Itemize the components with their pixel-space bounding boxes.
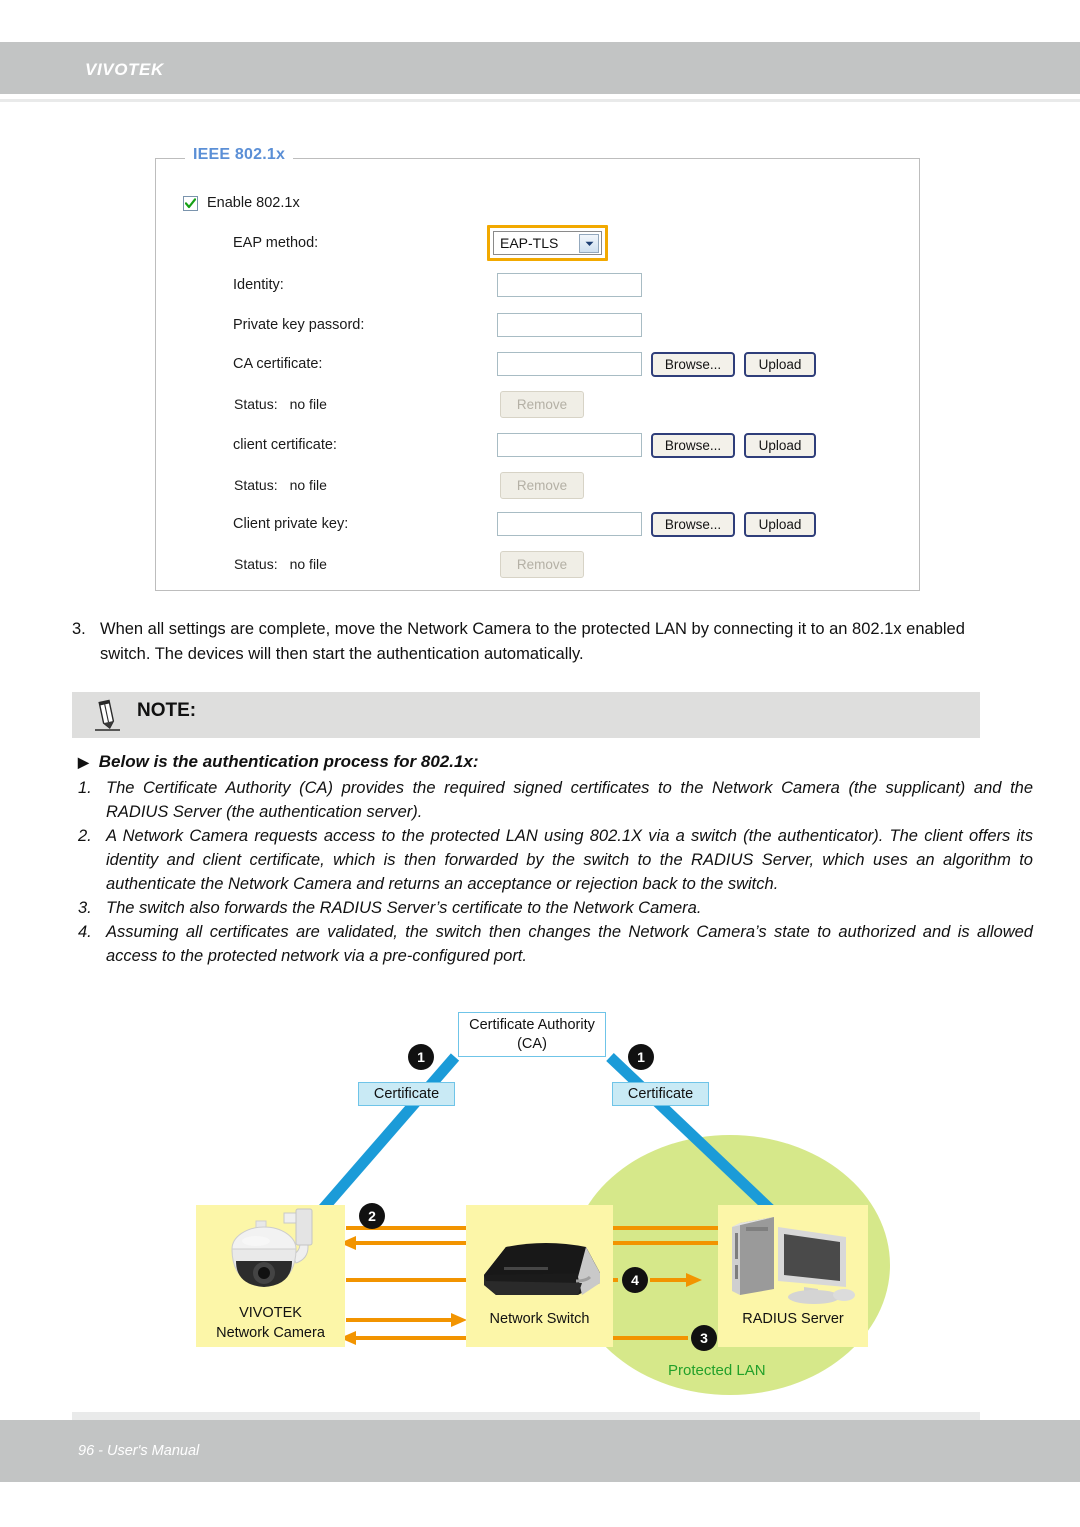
triangle-right-icon: ▶ [78,754,89,770]
step-3-number: 3. [72,620,86,638]
row-ca-certificate: CA certificate: Browse... Upload [0,349,1080,379]
client-private-key-status-value: no file [289,556,327,572]
row-ca-status: Status: no file Remove [0,389,1080,419]
camera-caption: VIVOTEK Network Camera [196,1303,345,1343]
chevron-down-icon[interactable] [579,234,599,253]
client-certificate-label: client certificate: [233,437,337,453]
client-certificate-status-label: Status: [234,477,278,493]
network-switch-icon [484,1243,600,1295]
note-lead-text: Below is the authentication process for … [98,752,479,771]
note-item-list: 1. The Certificate Authority (CA) provid… [78,776,1033,968]
client-certificate-remove-button: Remove [500,471,584,499]
client-private-key-browse-button[interactable]: Browse... [651,511,735,537]
row-client-certificate-status: Status: no file Remove [0,470,1080,500]
row-eap-method: EAP method: EAP-TLS [0,225,1080,261]
client-certificate-browse-button[interactable]: Browse... [651,432,735,458]
note-item-text: The Certificate Authority (CA) provides … [106,779,1033,821]
ca-status-label: Status: [234,396,278,412]
radius-server-panel: RADIUS Server [718,1205,868,1347]
private-key-password-label: Private key passord: [233,317,365,333]
step-badge-1-right: 1 [628,1044,654,1070]
step-badge-3: 3 [691,1325,717,1351]
ca-status-value: no file [289,396,327,412]
client-certificate-upload-button[interactable]: Upload [744,432,816,458]
note-item: 3. The switch also forwards the RADIUS S… [78,896,1033,920]
client-private-key-input[interactable] [497,512,642,536]
note-header-band [72,692,980,738]
ca-certificate-remove-button: Remove [500,390,584,418]
client-certificate-status-group: Status: no file [234,477,327,493]
pencil-icon [95,699,120,731]
panel-legend: IEEE 802.1x [185,146,294,164]
switch-caption-line1: Network Switch [489,1311,590,1327]
footer-page-label: 96 - User's Manual [78,1443,200,1459]
note-item-number: 3. [78,899,92,917]
client-certificate-input[interactable] [497,433,642,457]
ca-certificate-upload-button[interactable]: Upload [744,351,816,377]
row-private-key-password: Private key passord: [0,310,1080,340]
radius-caption: RADIUS Server [718,1309,868,1329]
step-3-text: When all settings are complete, move the… [100,620,965,663]
radius-server-icon [732,1217,855,1304]
eap-method-highlight: EAP-TLS [487,225,608,261]
eap-method-select[interactable]: EAP-TLS [493,231,602,255]
ptz-camera-icon [231,1208,313,1287]
enable-8021x-checkbox[interactable] [183,195,198,211]
authentication-flow-diagram: Certificate Authority (CA) Certificate C… [0,1000,1080,1400]
client-private-key-upload-button[interactable]: Upload [744,511,816,537]
client-private-key-status-group: Status: no file [234,556,327,572]
row-client-certificate: client certificate: Browse... Upload [0,430,1080,460]
note-item-text: A Network Camera requests access to the … [106,827,1033,893]
ca-status-label-group: Status: no file [234,396,327,412]
identity-label: Identity: [233,277,284,293]
client-certificate-status-value: no file [289,477,327,493]
footer-divider [72,1412,980,1420]
note-item-number: 2. [78,827,92,845]
client-private-key-status-label: Status: [234,556,278,572]
protected-lan-label: Protected LAN [668,1362,766,1379]
eap-method-value: EAP-TLS [500,235,559,251]
client-private-key-remove-button: Remove [500,550,584,578]
step-badge-4: 4 [622,1267,648,1293]
row-identity: Identity: [0,270,1080,300]
note-item-text: The switch also forwards the RADIUS Serv… [106,899,702,917]
switch-caption: Network Switch [466,1309,613,1329]
private-key-password-input[interactable] [497,313,642,337]
check-icon [185,197,196,208]
step-badge-2: 2 [359,1203,385,1229]
ca-certificate-input[interactable] [497,352,642,376]
camera-caption-line1: VIVOTEK [239,1305,302,1321]
note-item: 2. A Network Camera requests access to t… [78,824,1033,896]
network-switch-panel: Network Switch [466,1205,613,1347]
client-private-key-label: Client private key: [233,516,349,532]
note-item-text: Assuming all certificates are validated,… [106,923,1033,965]
brand-logo: VIVOTEK [85,60,164,79]
identity-input[interactable] [497,273,642,297]
ca-certificate-browse-button[interactable]: Browse... [651,351,735,377]
ca-certificate-label: CA certificate: [233,356,323,372]
radius-caption-line1: RADIUS Server [742,1311,844,1327]
step-badge-1-left: 1 [408,1044,434,1070]
header-divider [0,99,1080,102]
row-client-private-key: Client private key: Browse... Upload [0,509,1080,539]
enable-8021x-row[interactable]: Enable 802.1x [183,195,300,211]
note-lead-line: ▶ Below is the authentication process fo… [78,752,479,772]
instruction-step-3: 3. When all settings are complete, move … [72,617,1017,667]
note-item: 1. The Certificate Authority (CA) provid… [78,776,1033,824]
enable-8021x-label: Enable 802.1x [207,195,300,211]
row-client-private-key-status: Status: no file Remove [0,549,1080,579]
note-item-number: 1. [78,779,92,797]
camera-caption-line2: Network Camera [216,1325,325,1341]
note-item: 4. Assuming all certificates are validat… [78,920,1033,968]
eap-method-label: EAP method: [233,235,319,251]
note-title: NOTE: [137,700,197,721]
note-item-number: 4. [78,923,92,941]
network-camera-panel: VIVOTEK Network Camera [196,1205,345,1347]
